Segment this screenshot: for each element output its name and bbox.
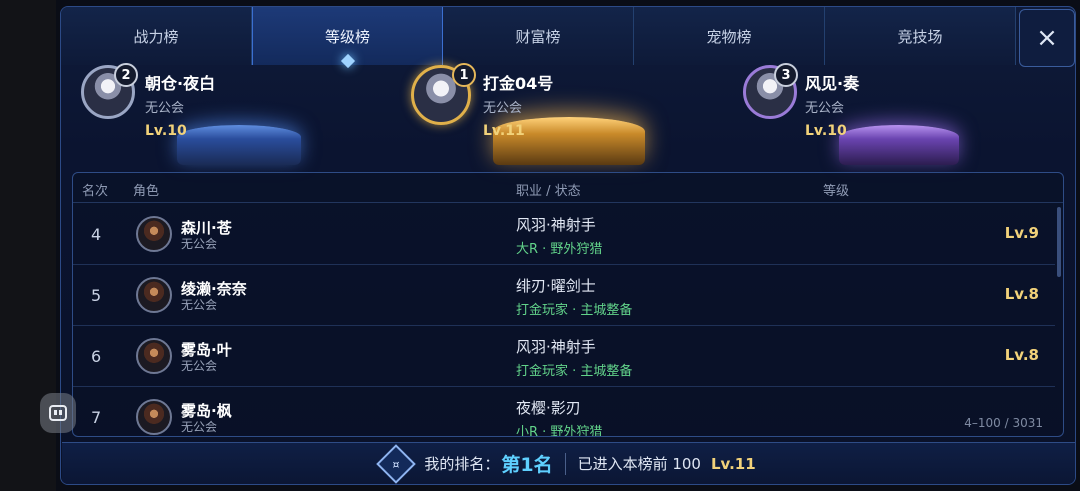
avatar	[136, 399, 172, 435]
tab-pet[interactable]: 宠物榜	[634, 7, 825, 65]
rank-badge: 1	[452, 63, 476, 87]
avatar	[136, 338, 172, 374]
player-name: 风见·奏	[805, 74, 860, 93]
row-status: 小R · 野外狩猎	[516, 425, 603, 437]
player-guild: 无公会	[805, 101, 845, 116]
rank-badge: 3	[774, 63, 798, 87]
my-rank-status: 已进入本榜前 100	[577, 455, 701, 473]
rank-diamond-icon: ¤	[376, 443, 417, 484]
leaderboard-panel: 战力榜 等级榜 财富榜 宠物榜 竞技场 × 2 朝仓·夜白 无公会 Lv.10 …	[60, 6, 1076, 485]
tab-bar: 战力榜 等级榜 财富榜 宠物榜 竞技场	[61, 7, 1016, 69]
row-guild: 无公会	[181, 420, 218, 434]
list-range-indicator: 4–100 / 3031	[964, 416, 1043, 430]
row-level: Lv.8	[1004, 346, 1039, 364]
table-row[interactable]: 7 雾岛·枫 无公会 夜樱·影刃 小R · 野外狩猎	[73, 387, 1055, 437]
player-level: Lv.10	[805, 123, 847, 139]
player-name: 朝仓·夜白	[145, 74, 216, 93]
tv-icon	[49, 405, 67, 421]
row-status: 大R · 野外狩猎	[516, 242, 603, 257]
row-status: 打金玩家 · 主城整备	[516, 303, 633, 318]
row-job: 风羽·神射手	[516, 338, 596, 356]
divider	[564, 452, 566, 475]
list-header: 名次 角色 职业 / 状态 等级	[73, 173, 1063, 203]
tab-level[interactable]: 等级榜	[252, 7, 443, 69]
tab-label: 等级榜	[324, 27, 370, 46]
rank-emblem-icon: ¤	[392, 457, 400, 470]
row-rank: 5	[91, 286, 102, 305]
row-level: Lv.9	[1004, 224, 1039, 242]
header-level: 等级	[823, 184, 850, 199]
tab-label: 宠物榜	[706, 27, 752, 46]
list-scrollbar[interactable]	[1057, 207, 1061, 277]
table-row[interactable]: 4 森川·苍 无公会 风羽·神射手 大R · 野外狩猎 Lv.9	[73, 204, 1055, 265]
tab-wealth[interactable]: 财富榜	[443, 7, 634, 65]
tab-combat-power[interactable]: 战力榜	[61, 7, 252, 65]
tab-label: 财富榜	[515, 27, 561, 46]
tab-label: 战力榜	[133, 27, 179, 46]
player-name: 打金04号	[483, 74, 554, 93]
player-guild: 无公会	[145, 101, 185, 116]
floating-tv-button[interactable]	[40, 393, 76, 433]
close-button[interactable]: ×	[1019, 9, 1075, 67]
row-level: Lv.8	[1004, 285, 1039, 303]
row-status: 打金玩家 · 主城整备	[516, 364, 633, 379]
rank-badge: 2	[114, 63, 138, 87]
row-guild: 无公会	[181, 237, 218, 251]
row-job: 夜樱·影刃	[516, 399, 581, 417]
header-job: 职业 / 状态	[516, 184, 581, 199]
row-job: 绯刃·曜剑士	[516, 277, 596, 295]
my-level: Lv.11	[710, 454, 756, 473]
my-rank-value: 第1名	[501, 454, 553, 476]
close-icon: ×	[1036, 23, 1058, 53]
row-rank: 6	[91, 347, 102, 366]
purple-pedestal-image	[839, 125, 959, 165]
player-level: Lv.10	[145, 123, 187, 139]
header-role: 角色	[133, 184, 160, 199]
player-level: Lv.11	[483, 123, 525, 139]
table-row[interactable]: 5 绫濑·奈奈 无公会 绯刃·曜剑士 打金玩家 · 主城整备 Lv.8	[73, 265, 1055, 326]
table-row[interactable]: 6 雾岛·叶 无公会 风羽·神射手 打金玩家 · 主城整备 Lv.8	[73, 326, 1055, 387]
tab-label: 竞技场	[897, 27, 943, 46]
row-guild: 无公会	[181, 298, 218, 312]
row-rank: 7	[91, 408, 102, 427]
header-rank: 名次	[82, 184, 109, 199]
player-guild: 无公会	[483, 101, 523, 116]
blue-pedestal-image	[177, 125, 301, 165]
tab-arena[interactable]: 竞技场	[825, 7, 1016, 65]
my-rank-bar: ¤ 我的排名： 第1名 已进入本榜前 100 Lv.11	[62, 442, 1075, 484]
avatar	[136, 277, 172, 313]
row-guild: 无公会	[181, 359, 218, 373]
my-rank-label: 我的排名：	[424, 455, 500, 473]
row-rank: 4	[91, 225, 102, 244]
active-tab-indicator	[340, 53, 355, 69]
row-job: 风羽·神射手	[516, 216, 596, 234]
avatar	[136, 216, 172, 252]
ranking-list[interactable]: 名次 角色 职业 / 状态 等级 4 森川·苍 无公会 风羽·神射手 大R · …	[72, 172, 1064, 437]
